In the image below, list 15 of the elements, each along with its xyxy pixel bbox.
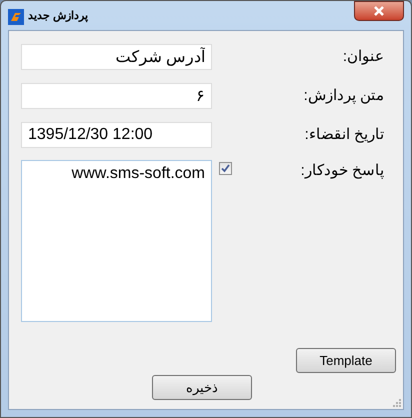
window-title: پردازش جدید <box>28 9 88 23</box>
text-field[interactable]: ۶ <box>21 83 212 109</box>
template-button[interactable]: Template <box>296 348 396 373</box>
field-label: متن پردازش: <box>302 86 384 106</box>
field-label: تاریخ انقضاء: <box>304 124 384 145</box>
message-field[interactable]: www.sms-soft.com <box>21 160 212 322</box>
app-icon <box>8 9 24 25</box>
save-button[interactable]: ذخیره <box>152 375 252 400</box>
text-field[interactable]: 1395/12/30 12:00 <box>21 122 212 148</box>
checkbox[interactable] <box>219 162 232 175</box>
resize-grip-icon <box>393 399 401 407</box>
close-icon <box>373 6 385 16</box>
close-button[interactable] <box>354 1 404 21</box>
checkbox-label: پاسخ خودکار: <box>300 161 384 181</box>
field-label: عنوان: <box>342 46 384 67</box>
